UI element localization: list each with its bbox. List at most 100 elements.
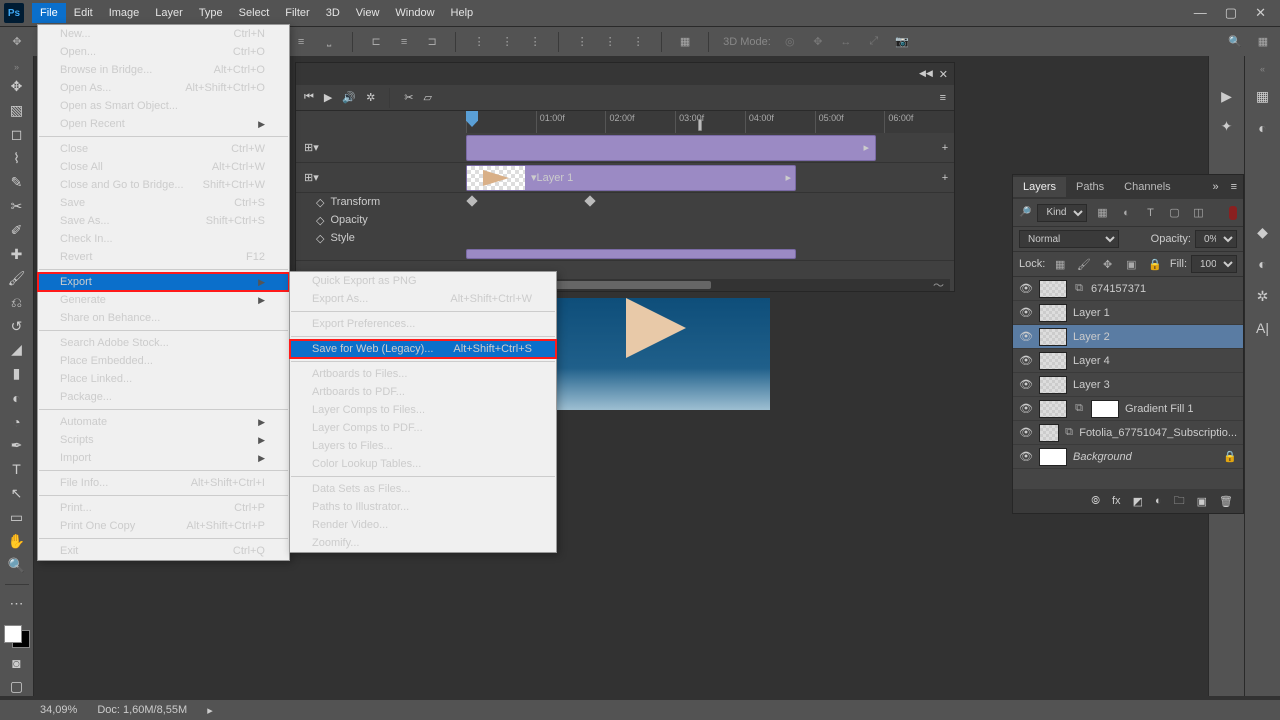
gradient-tool-icon[interactable]: ▮: [5, 365, 29, 383]
layer-name[interactable]: Layer 2: [1073, 331, 1110, 343]
menu-item[interactable]: Zoomify...: [290, 534, 556, 552]
menu-item[interactable]: Share on Behance...: [38, 309, 289, 327]
style-property[interactable]: Style: [330, 232, 354, 244]
align-bottom-icon[interactable]: ⎵: [320, 33, 338, 51]
menu-item[interactable]: Open Recent▶: [38, 115, 289, 133]
search-icon[interactable]: 🔍: [1226, 33, 1244, 51]
menu-view[interactable]: View: [348, 3, 388, 23]
layer-thumbnail[interactable]: [1039, 400, 1067, 418]
menu-image[interactable]: Image: [101, 3, 148, 23]
visibility-icon[interactable]: 👁: [1019, 402, 1033, 415]
menu-item[interactable]: Export▶: [38, 273, 289, 291]
align-hcenter-icon[interactable]: ≡: [395, 33, 413, 51]
first-frame-icon[interactable]: ⏮: [304, 91, 314, 104]
menu-item[interactable]: Place Embedded...: [38, 352, 289, 370]
work-area-end-handle[interactable]: [698, 119, 702, 131]
video-group-clip[interactable]: ▸: [466, 135, 876, 161]
audio-icon[interactable]: 🔊: [342, 91, 356, 104]
menu-item[interactable]: Render Video...: [290, 516, 556, 534]
distribute-icon[interactable]: ⋮: [573, 33, 591, 51]
lock-artboard-icon[interactable]: ▣: [1122, 255, 1140, 273]
layer-name[interactable]: 674157371: [1091, 283, 1146, 295]
panel-star-icon[interactable]: ✦: [1215, 116, 1239, 136]
play-icon[interactable]: ▶: [1215, 86, 1239, 106]
menu-item[interactable]: RevertF12: [38, 248, 289, 266]
distribute-icon[interactable]: ⋮: [498, 33, 516, 51]
layer-thumbnail[interactable]: [1039, 304, 1067, 322]
menu-window[interactable]: Window: [387, 3, 442, 23]
settings-icon[interactable]: ✲: [366, 91, 375, 104]
menu-item[interactable]: File Info...Alt+Shift+Ctrl+I: [38, 474, 289, 492]
layer-mask-icon[interactable]: ◩: [1133, 495, 1143, 508]
lasso-tool-icon[interactable]: ⌇: [5, 150, 29, 168]
fill-input[interactable]: 100%: [1191, 255, 1237, 273]
layer-name[interactable]: Layer 1: [1073, 307, 1110, 319]
history-brush-icon[interactable]: ↺: [5, 317, 29, 335]
transition-icon[interactable]: ▱: [424, 91, 432, 104]
menu-item[interactable]: Export Preferences...: [290, 315, 556, 333]
menu-item[interactable]: Save As...Shift+Ctrl+S: [38, 212, 289, 230]
layer-clip-collapsed[interactable]: [466, 249, 796, 259]
minimize-icon[interactable]: —: [1194, 5, 1207, 21]
brush-tool-icon[interactable]: 🖌: [5, 269, 29, 287]
auto-align-icon[interactable]: ▦: [676, 33, 694, 51]
split-icon[interactable]: ✂: [404, 91, 413, 104]
orbit-icon[interactable]: ◎: [781, 33, 799, 51]
layer-name[interactable]: Layer 4: [1073, 355, 1110, 367]
group-icon[interactable]: 🗀: [1174, 492, 1185, 511]
screen-mode-icon[interactable]: ▢: [5, 678, 29, 696]
menu-item[interactable]: Layer Comps to Files...: [290, 401, 556, 419]
lock-transparency-icon[interactable]: ▦: [1051, 255, 1069, 273]
blur-tool-icon[interactable]: ◐: [5, 389, 29, 407]
menu-item[interactable]: CloseCtrl+W: [38, 140, 289, 158]
zoom-tool-icon[interactable]: 🔍: [5, 556, 29, 574]
eyedropper-icon[interactable]: ✐: [5, 221, 29, 239]
tab-paths[interactable]: Paths: [1066, 177, 1114, 197]
zoom-level[interactable]: 34,09%: [40, 704, 77, 716]
dodge-tool-icon[interactable]: ◔: [5, 413, 29, 431]
link-layers-icon[interactable]: ⦾: [1091, 495, 1100, 508]
track-toggle-icon[interactable]: ⊞▾: [304, 141, 319, 154]
menu-item[interactable]: Layer Comps to PDF...: [290, 419, 556, 437]
zoom-in-icon[interactable]: 〜: [927, 277, 950, 293]
opacity-input[interactable]: 0%: [1195, 230, 1237, 248]
layer-thumbnail[interactable]: [1039, 352, 1067, 370]
add-media-icon[interactable]: +: [936, 142, 954, 154]
menu-item[interactable]: Scripts▶: [38, 431, 289, 449]
stopwatch-icon[interactable]: ◇: [316, 196, 324, 209]
layer-thumbnail[interactable]: [1039, 280, 1067, 298]
distribute-icon[interactable]: ⋮: [629, 33, 647, 51]
play-icon[interactable]: ▶: [324, 91, 332, 104]
panel-menu-icon[interactable]: ≡: [1225, 181, 1243, 193]
layer-row[interactable]: 👁Layer 4: [1013, 349, 1243, 373]
distribute-icon[interactable]: ⋮: [601, 33, 619, 51]
healing-brush-icon[interactable]: ✚: [5, 245, 29, 263]
shape-tool-icon[interactable]: ▭: [5, 508, 29, 526]
menu-type[interactable]: Type: [191, 3, 231, 23]
visibility-icon[interactable]: 👁: [1019, 450, 1033, 463]
menu-item[interactable]: Print One CopyAlt+Shift+Ctrl+P: [38, 517, 289, 535]
libraries-icon[interactable]: ◆: [1251, 222, 1275, 242]
collapse-icon[interactable]: ◀◀: [919, 68, 933, 81]
visibility-icon[interactable]: 👁: [1019, 306, 1033, 319]
filter-kind-select[interactable]: Kind: [1037, 204, 1087, 222]
layer-name[interactable]: Gradient Fill 1: [1125, 403, 1193, 415]
menu-item[interactable]: Open...Ctrl+O: [38, 43, 289, 61]
filter-shape-icon[interactable]: ▢: [1165, 204, 1183, 222]
menu-item[interactable]: Close and Go to Bridge...Shift+Ctrl+W: [38, 176, 289, 194]
menu-item[interactable]: New...Ctrl+N: [38, 25, 289, 43]
lock-pixels-icon[interactable]: 🖌: [1075, 255, 1093, 273]
filter-type-icon[interactable]: T: [1141, 204, 1159, 222]
menu-select[interactable]: Select: [231, 3, 278, 23]
menu-item[interactable]: Place Linked...: [38, 370, 289, 388]
align-vcenter-icon[interactable]: ≡: [292, 33, 310, 51]
layer-row[interactable]: 👁Layer 3: [1013, 373, 1243, 397]
stopwatch-icon[interactable]: ◇: [316, 232, 324, 245]
path-select-icon[interactable]: ↖: [5, 484, 29, 502]
camera-icon[interactable]: 📷: [893, 33, 911, 51]
menu-item[interactable]: Automate▶: [38, 413, 289, 431]
layer-thumbnail[interactable]: [1039, 376, 1067, 394]
blend-mode-select[interactable]: Normal: [1019, 230, 1119, 248]
hand-tool-icon[interactable]: ✋: [5, 532, 29, 550]
slide-icon[interactable]: ⤢: [865, 33, 883, 51]
